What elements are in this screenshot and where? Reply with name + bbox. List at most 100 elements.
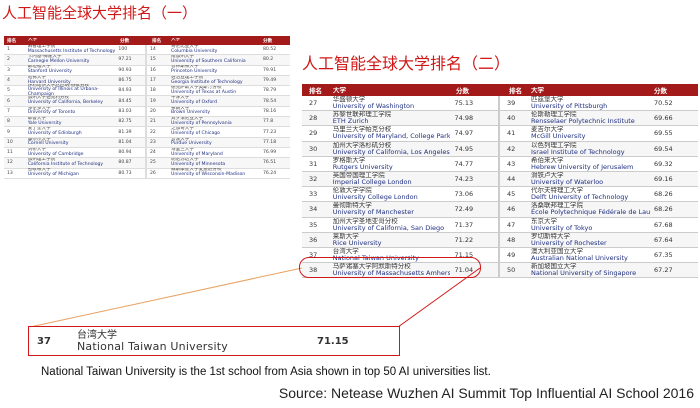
row-score: 81.39 <box>118 129 132 135</box>
row-score: 78.16 <box>263 108 277 114</box>
table-part2-right-column: 39 匹兹堡大学 University of Pittsburgh 70.52 40 伦斯… <box>500 96 698 279</box>
row-rank: 8 <box>7 119 10 125</box>
ranking-title-part2: 人工智能全球大学排名（二） <box>302 54 511 73</box>
row-university: 伦斯勒理工学院 Rensselaer Polytechnic Institute <box>531 111 650 125</box>
row-rank: 9 <box>7 129 10 135</box>
row-score: 84.93 <box>118 88 132 94</box>
highlight-ring <box>299 257 481 278</box>
table-row: 35 加州大学圣地亚哥分校 University of California, Sa… <box>302 218 498 233</box>
university-name-en: Delft University of Technology <box>531 193 629 202</box>
university-name-en: National University of Singapore <box>531 269 637 278</box>
university-name-en: University of Washington <box>332 102 415 111</box>
row-score: 67.68 <box>654 220 673 229</box>
header-university: 大学 <box>531 86 544 94</box>
row-university: 密歇根大学 University of Michigan <box>28 168 119 178</box>
table-row: 1 麻省理工学院 Massachusetts Institute of Techno… <box>4 45 145 56</box>
ranking-title-part1: 人工智能全球大学排名（一） <box>2 4 198 22</box>
table-row: 25 明尼苏达大学 University of Minnesota 76.51 <box>147 158 290 169</box>
table-row: 24 马里兰大学 University of Maryland 76.99 <box>147 148 290 159</box>
table-row: 26 威斯康星大学麦迪逊分校 University of Wisconsin-Mad… <box>147 168 290 179</box>
row-score: 67.64 <box>654 235 673 244</box>
row-rank: 26 <box>150 170 156 176</box>
row-university: 澳大利亚国立大学 Australian National University <box>531 248 650 262</box>
university-name-en: University of California, Los Angeles <box>332 147 450 156</box>
table-header: 排名 大学 分数 排名 大学 分数 <box>4 36 290 45</box>
university-name-en: Georgia Institute of Technology <box>171 79 243 85</box>
table-row: 44 滑铁卢大学 University of Waterloo 69.16 <box>500 171 698 188</box>
row-score: 80.94 <box>118 150 132 156</box>
table-row: 21 宾夕法尼亚大学 University of Pennsylvania 77.8 <box>147 117 290 128</box>
table-row: 39 匹兹堡大学 University of Pittsburgh 70.52 <box>500 96 698 112</box>
row-university: 莱斯大学 Rice University <box>333 233 451 247</box>
university-name-en: University of Rochester <box>531 238 607 247</box>
row-university: 牛津大学 University of Oxford <box>171 96 263 106</box>
header-score: 分数 <box>263 38 273 44</box>
row-score: 82.75 <box>118 119 132 125</box>
table-row: 3 斯坦福大学 Stanford University 90.93 <box>4 65 145 76</box>
row-score: 74.98 <box>454 114 474 123</box>
zoom-university-en: National Taiwan University <box>77 340 228 353</box>
table-row: 48 罗切斯特大学 University of Rochester 67.64 <box>500 232 698 248</box>
table-row: 31 罗格斯大学 Rutgers University 74.77 <box>302 157 498 172</box>
row-score: 77.23 <box>263 129 277 135</box>
row-university: 宾夕法尼亚大学 University of Pennsylvania <box>171 117 263 127</box>
row-university: 芝加哥大学 University of Chicago <box>171 127 263 137</box>
header-rank: 排名 <box>509 87 522 95</box>
university-name-en: University of Tokyo <box>531 223 593 232</box>
row-rank: 24 <box>150 150 156 156</box>
table-row: 9 爱丁堡大学 University of Edinburgh 81.39 <box>4 127 145 138</box>
table-header: 排名 大学 分数 排名 大学 分数 <box>302 84 698 96</box>
row-university: 普林斯顿大学 Princeton University <box>171 65 263 75</box>
row-university: 耶鲁大学 Yale University <box>28 117 119 127</box>
row-score: 76.51 <box>263 160 277 166</box>
table-row: 50 新加坡国立大学 National University of Singapor… <box>500 263 698 279</box>
university-name-en: Imperial College London <box>332 178 412 187</box>
row-score: 68.26 <box>654 205 673 214</box>
row-rank: 48 <box>507 235 516 244</box>
university-name-en: California Institute of Technology <box>27 161 104 167</box>
university-name-en: University of Maryland, College Park <box>332 132 451 141</box>
row-rank: 30 <box>309 144 318 153</box>
row-university: 加州大学洛杉矶分校 University of California, Los A… <box>333 142 451 156</box>
table-row: 22 芝加哥大学 University of Chicago 77.23 <box>147 127 290 138</box>
row-score: 74.23 <box>454 175 474 184</box>
row-university: 加州理工学院 California Institute of Technology <box>28 158 119 168</box>
row-rank: 46 <box>507 205 516 214</box>
row-university: 华盛顿大学 University of Washington <box>333 96 451 110</box>
table-row: 36 莱斯大学 Rice University 71.22 <box>302 232 498 248</box>
row-rank: 40 <box>507 114 516 123</box>
row-rank: 5 <box>7 88 10 94</box>
ranking-table-part2: 排名 大学 分数 排名 大学 分数 27 华盛顿大学 University of W… <box>302 84 698 279</box>
row-university: 斯坦福大学 Stanford University <box>28 65 119 75</box>
row-university: 麦吉尔大学 McGill University <box>531 126 650 140</box>
row-score: 79.91 <box>263 67 277 73</box>
row-university: 新加坡国立大学 National University of Singapore <box>531 263 650 277</box>
university-name-en: University of Southern California <box>171 58 246 64</box>
row-rank: 36 <box>309 235 318 244</box>
row-university: 加州大学圣地亚哥分校 University of California, San … <box>333 218 451 232</box>
table-row: 42 以色列理工学院 Israel Institute of Technology 6… <box>500 141 698 157</box>
row-score: 83.03 <box>118 108 132 114</box>
row-score: 77.8 <box>263 119 274 125</box>
row-rank: 31 <box>309 159 318 168</box>
row-rank: 3 <box>7 67 10 73</box>
table-row: 5 伊利诺伊大学厄巴纳-香槟分校 University of Illinois at… <box>4 84 145 97</box>
university-name-en: Massachusetts Institute of Technology <box>27 48 116 54</box>
zoom-score: 71.15 <box>317 335 349 347</box>
callout-line-left <box>29 267 303 328</box>
row-university: 剑桥大学 University of Cambridge <box>28 148 119 158</box>
row-rank: 23 <box>150 139 156 145</box>
row-rank: 18 <box>150 88 156 94</box>
university-name-en: University of Oxford <box>171 100 218 106</box>
row-university: 罗格斯大学 Rutgers University <box>333 157 451 171</box>
row-university: 佐治亚理工学院 Georgia Institute of Technology <box>171 76 263 86</box>
university-name-en: Columbia University <box>171 48 218 54</box>
row-university: 希伯来大学 Hebrew University of Jerusalem <box>531 157 650 171</box>
row-rank: 34 <box>309 205 318 214</box>
university-name-en: University of California, Berkeley <box>27 100 103 106</box>
row-score: 68.26 <box>654 190 673 199</box>
row-university: 伦敦大学学院 University College London <box>333 187 451 201</box>
table-row: 28 苏黎世联邦理工学院 ETH Zurich 74.98 <box>302 111 498 127</box>
table-part1-right-column: 14 哥伦比亚大学 Columbia University 80.52 15 南加州大学 U… <box>147 45 290 179</box>
table-row: 40 伦斯勒理工学院 Rensselaer Polytechnic Institut… <box>500 111 698 127</box>
